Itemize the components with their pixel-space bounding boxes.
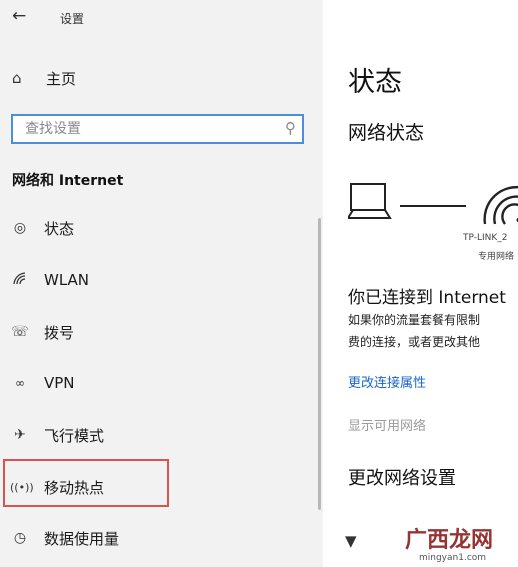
- sidebar-item-airplane-mode[interactable]: ✈ 飞行模式: [10, 418, 310, 452]
- search-box[interactable]: ⚲: [11, 114, 304, 144]
- title-bar: ← 设置: [0, 0, 323, 36]
- adapter-options-icon[interactable]: ▼: [345, 532, 357, 550]
- section-title-change-network-settings: 更改网络设置: [348, 468, 456, 489]
- watermark-text: 广西龙网: [405, 528, 494, 553]
- home-label: 主页: [46, 69, 77, 88]
- airplane-icon: ✈: [14, 427, 26, 443]
- section-header: 网络和 Internet: [12, 173, 124, 189]
- sidebar-item-label: 拨号: [44, 323, 75, 342]
- sidebar-item-label: 数据使用量: [44, 529, 120, 548]
- connection-status: 你已连接到 Internet: [348, 288, 506, 308]
- change-connection-properties-link[interactable]: 更改连接属性: [348, 372, 426, 391]
- show-available-networks-link[interactable]: 显示可用网络: [348, 415, 426, 434]
- laptop-icon: [348, 183, 392, 219]
- highlight-box: [3, 459, 169, 507]
- sidebar-item-wlan[interactable]: WLAN: [10, 263, 310, 297]
- description-line-2: 费的连接，或者更改其他: [348, 335, 481, 349]
- network-type: 专用网络: [478, 252, 515, 262]
- window-title: 设置: [60, 12, 85, 26]
- home-icon: ⌂: [12, 69, 22, 87]
- search-icon[interactable]: ⚲: [285, 119, 296, 137]
- data-usage-icon: ◷: [13, 530, 27, 546]
- sidebar-item-label: VPN: [44, 374, 75, 392]
- vpn-icon: ∞: [15, 376, 25, 390]
- sidebar-item-status[interactable]: ◎ 状态: [10, 211, 310, 245]
- network-diagram: [348, 183, 518, 225]
- sidebar-scrollbar[interactable]: [318, 218, 321, 510]
- sidebar-item-data-usage[interactable]: ◷ 数据使用量: [10, 521, 310, 555]
- sidebar-item-label: WLAN: [44, 271, 90, 289]
- network-ssid: TP-LINK_2: [463, 233, 508, 243]
- search-input[interactable]: [13, 116, 285, 142]
- wifi-icon: [10, 271, 30, 289]
- wifi-router-icon: [483, 185, 518, 225]
- back-arrow-icon[interactable]: ←: [12, 6, 26, 26]
- page-title: 状态: [348, 67, 402, 98]
- globe-icon: ◎: [13, 220, 27, 236]
- section-title-network-status: 网络状态: [348, 122, 425, 144]
- settings-sidebar: ← 设置 ⌂ 主页 ⚲ 网络和 Internet ◎ 状态 WLAN ☏ 拨号 …: [0, 0, 323, 567]
- sidebar-item-dialup[interactable]: ☏ 拨号: [10, 315, 310, 349]
- main-content: 状态 网络状态 TP-LINK_2 专用网络 你已连接到 Internet 如果…: [323, 0, 518, 567]
- watermark-url: mingyan1.com: [419, 553, 487, 563]
- sidebar-item-label: 状态: [44, 219, 75, 238]
- description-line-1: 如果你的流量套餐有限制: [348, 313, 481, 327]
- sidebar-item-vpn[interactable]: ∞ VPN: [10, 366, 310, 400]
- sidebar-item-label: 飞行模式: [44, 426, 105, 445]
- phone-icon: ☏: [11, 324, 29, 340]
- sidebar-item-home[interactable]: ⌂ 主页: [12, 66, 76, 90]
